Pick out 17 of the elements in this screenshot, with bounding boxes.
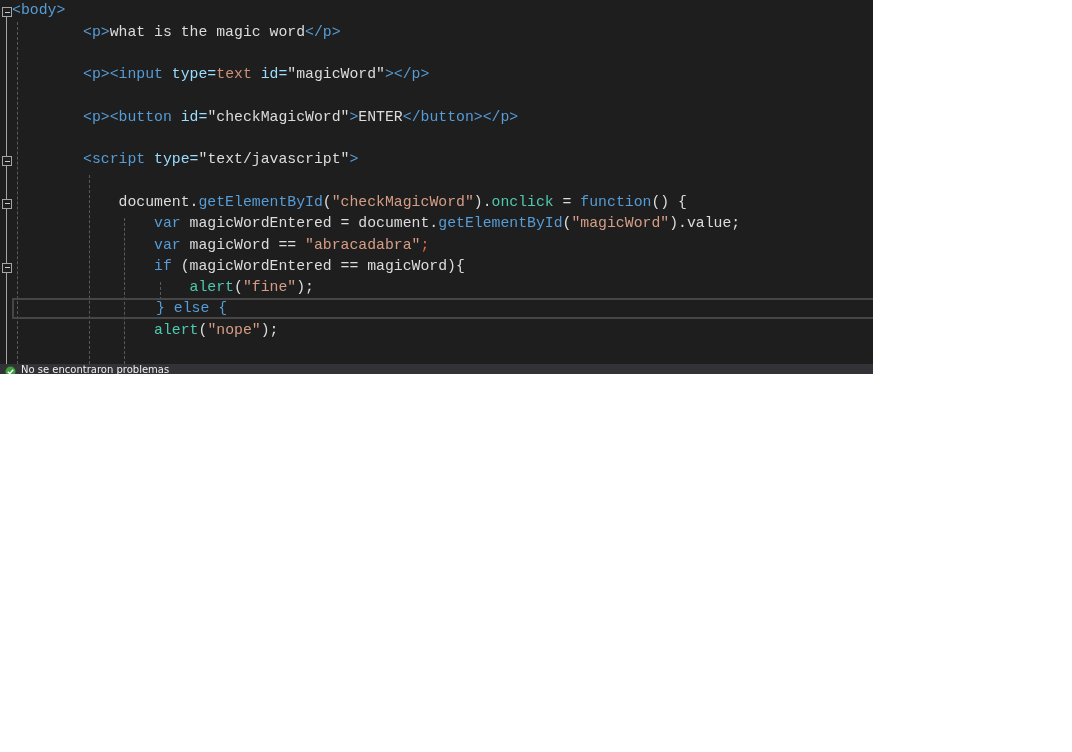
code-line: alert("nope"); [154,322,279,338]
code-line: <p><button id="checkMagicWord">ENTER</button></p> [83,109,519,125]
collapse-icon[interactable] [2,156,12,167]
check-icon [5,366,16,374]
code-line: } else { [156,301,228,317]
code-line: <body> [12,3,66,19]
code-line: if (magicWordEntered == magicWord){ [154,258,465,274]
code-line: var magicWordEntered = document.getElementById("magicWord").value; [154,216,741,231]
code-line: var magicWord == "abracadabra"; [154,237,430,253]
code-line: <p>what is the magic word</p> [83,24,341,40]
collapse-icon[interactable] [2,198,12,209]
code-line: <script type="text/javascript"> [83,152,359,168]
code-line: document.getElementById("checkMagicWord").onclick = function() { [118,194,687,210]
collapse-icon[interactable] [2,262,12,273]
collapse-icon[interactable] [2,7,12,17]
code-line: <p><input type=text id="magicWord"></p> [83,67,430,82]
code-line: alert("fine"); [189,280,314,295]
